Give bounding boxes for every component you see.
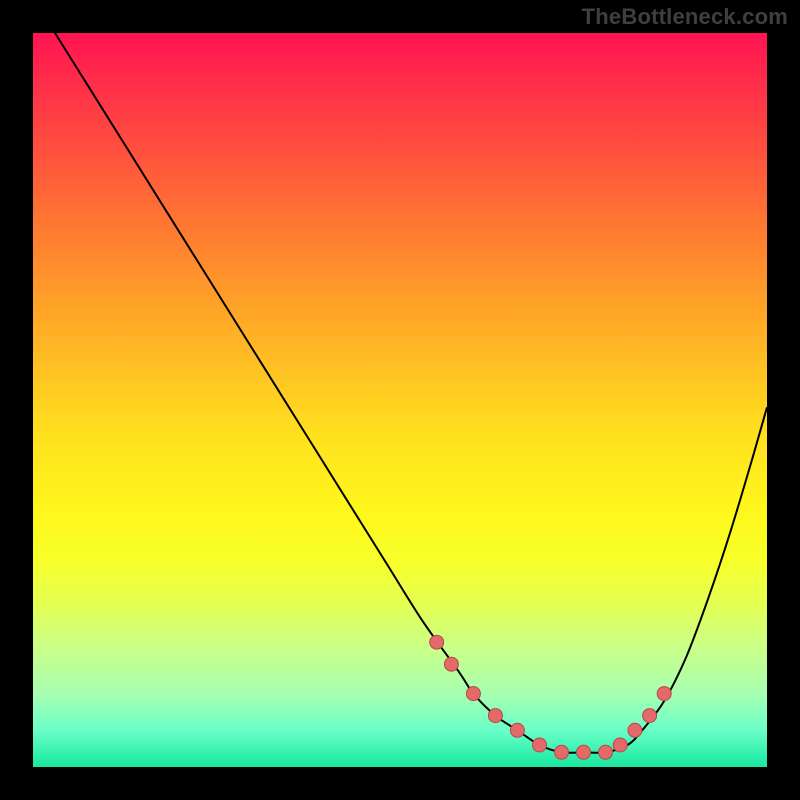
highlight-dot [533, 738, 547, 752]
highlight-dot [444, 657, 458, 671]
highlight-dots-group [430, 635, 672, 759]
highlight-dot [599, 745, 613, 759]
highlight-dot [657, 687, 671, 701]
watermark-text: TheBottleneck.com [582, 4, 788, 30]
highlight-dot [628, 723, 642, 737]
highlight-dot [577, 745, 591, 759]
highlight-dot [643, 709, 657, 723]
highlight-dot [510, 723, 524, 737]
highlight-dot [488, 709, 502, 723]
highlight-dot [466, 687, 480, 701]
highlight-dot [555, 745, 569, 759]
highlight-dot [613, 738, 627, 752]
chart-frame: TheBottleneck.com [0, 0, 800, 800]
bottleneck-curve [55, 33, 767, 753]
highlight-dot [430, 635, 444, 649]
chart-svg [33, 33, 767, 767]
